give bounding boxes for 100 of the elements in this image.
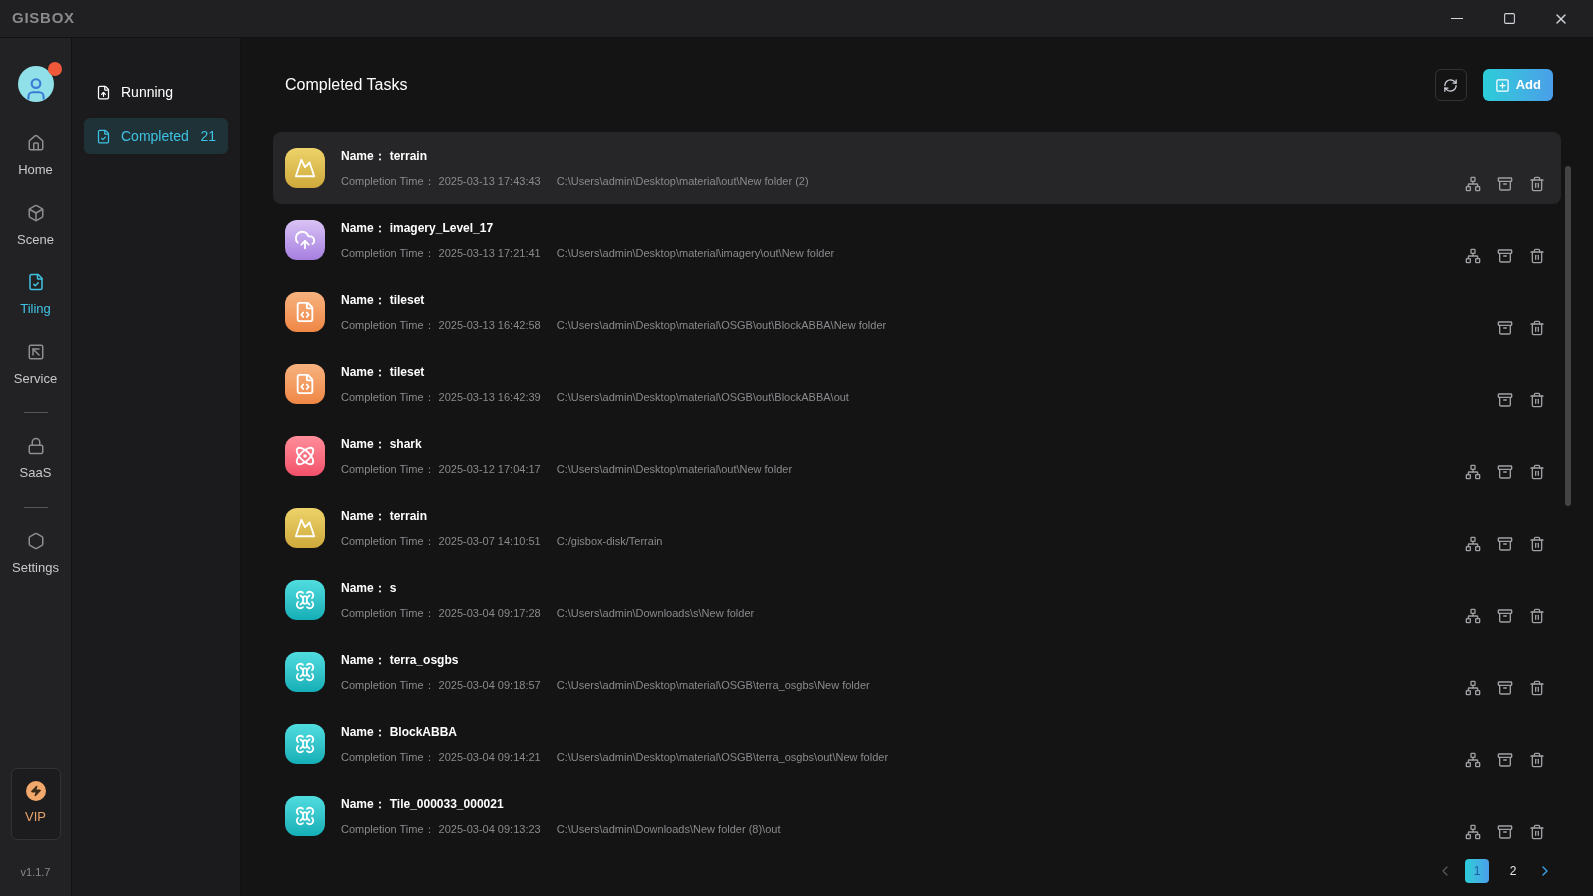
structure-icon[interactable] [1465, 536, 1481, 552]
drone-icon [285, 652, 325, 692]
task-row[interactable]: Name： shark Completion Time： 2025-03-12 17:04:17 C:\Users\admin\Desktop\material\out\New folder [273, 420, 1561, 492]
molecule-icon [285, 436, 325, 476]
task-row[interactable]: Name： tileset Completion Time： 2025-03-13 16:42:39 C:\Users\admin\Desktop\material\OSGB\out\BlockABBA\out [273, 348, 1561, 420]
completion-time: 2025-03-13 17:43:43 [438, 173, 541, 189]
arrow-square-icon [26, 342, 45, 361]
completion-time: 2025-03-04 09:17:28 [438, 605, 541, 621]
output-path: C:\Users\admin\Desktop\material\OSGB\out\BlockABBA\out [556, 389, 849, 405]
name-label: Name： [341, 795, 386, 813]
nav-item[interactable]: SaaS [0, 425, 71, 495]
delete-icon[interactable] [1529, 248, 1545, 264]
delete-icon[interactable] [1529, 680, 1545, 696]
task-name: BlockABBA [389, 723, 458, 741]
drone-icon [285, 796, 325, 836]
task-row[interactable]: Name： terrain Completion Time： 2025-03-07 14:10:51 C:/gisbox-disk/Terrain [273, 492, 1561, 564]
task-row[interactable]: Name： imagery_Level_17 Completion Time： 2025-03-13 17:21:41 C:\Users\admin\Desktop\material\imagery\out\New folder [273, 204, 1561, 276]
time-label: Completion Time： [341, 389, 435, 405]
notification-badge [47, 62, 62, 76]
archive-icon[interactable] [1497, 536, 1513, 552]
delete-icon[interactable] [1529, 392, 1545, 408]
delete-icon[interactable] [1529, 320, 1545, 336]
archive-icon[interactable] [1497, 608, 1513, 624]
mountain-icon [285, 508, 325, 548]
avatar[interactable] [17, 66, 54, 102]
delete-icon[interactable] [1529, 536, 1545, 552]
task-name: tileset [389, 363, 425, 381]
page-button[interactable]: 2 [1501, 859, 1525, 883]
task-row[interactable]: Name： terrain Completion Time： 2025-03-13 17:43:43 C:\Users\admin\Desktop\material\out\New folder (2) [273, 132, 1561, 204]
archive-icon[interactable] [1497, 392, 1513, 408]
subnav-item[interactable]: Running [84, 74, 228, 110]
refresh-icon [1443, 77, 1459, 93]
refresh-button[interactable] [1434, 69, 1467, 101]
delete-icon[interactable] [1529, 176, 1545, 192]
archive-icon[interactable] [1497, 824, 1513, 840]
checked-document-icon [26, 273, 45, 291]
upload-document-icon [96, 84, 111, 100]
vip-button[interactable]: VIP [10, 767, 61, 840]
task-name: Tile_000033_000021 [389, 795, 504, 813]
archive-icon[interactable] [1497, 320, 1513, 336]
output-path: C:\Users\admin\Desktop\material\OSGB\terra_osgbs\out\New folder [556, 749, 889, 765]
structure-icon[interactable] [1465, 680, 1481, 696]
completion-time: 2025-03-04 09:14:21 [438, 749, 541, 765]
task-row[interactable]: Name： tileset Completion Time： 2025-03-13 16:42:58 C:\Users\admin\Desktop\material\OSGB\out\BlockABBA\New folder [273, 276, 1561, 348]
time-label: Completion Time： [341, 821, 435, 837]
structure-icon[interactable] [1465, 248, 1481, 264]
mountain-icon [285, 148, 325, 188]
name-label: Name： [341, 507, 386, 525]
archive-icon[interactable] [1497, 752, 1513, 768]
delete-icon[interactable] [1529, 608, 1545, 624]
delete-icon[interactable] [1529, 464, 1545, 480]
name-label: Name： [341, 435, 386, 453]
output-path: C:/gisbox-disk/Terrain [556, 533, 663, 549]
cube-icon [26, 203, 45, 222]
name-label: Name： [341, 651, 386, 669]
archive-icon[interactable] [1497, 680, 1513, 696]
task-row[interactable]: Name： Tile_000033_000021 Completion Time： 2025-03-04 09:13:23 C:\Users\admin\Downloads\New folder (8)\out [273, 780, 1561, 846]
nav-item[interactable]: Scene [0, 191, 71, 261]
task-row[interactable]: Name： terra_osgbs Completion Time： 2025-03-04 09:18:57 C:\Users\admin\Desktop\material\OSGB\terra_osgbs\New folder [273, 636, 1561, 708]
time-label: Completion Time： [341, 245, 435, 261]
subnav-item[interactable]: Completed 21 [84, 118, 228, 154]
name-label: Name： [341, 291, 386, 309]
nav-item[interactable]: Home [0, 122, 71, 192]
delete-icon[interactable] [1529, 752, 1545, 768]
nav-item[interactable]: Service [0, 330, 71, 400]
completion-time: 2025-03-04 09:13:23 [438, 821, 541, 837]
task-name: terrain [389, 147, 428, 165]
name-label: Name： [341, 363, 386, 381]
completion-time: 2025-03-13 16:42:39 [438, 389, 541, 405]
task-name: s [389, 579, 397, 597]
cloud-icon [285, 220, 325, 260]
completion-time: 2025-03-04 09:18:57 [438, 677, 541, 693]
output-path: C:\Users\admin\Desktop\material\OSGB\terra_osgbs\New folder [556, 677, 870, 693]
house-icon [26, 134, 45, 152]
archive-icon[interactable] [1497, 464, 1513, 480]
task-name: terra_osgbs [389, 651, 459, 669]
task-row[interactable]: Name： s Completion Time： 2025-03-04 09:17:28 C:\Users\admin\Downloads\s\New folder [273, 564, 1561, 636]
output-path: C:\Users\admin\Downloads\New folder (8)\out [556, 821, 781, 837]
structure-icon[interactable] [1465, 752, 1481, 768]
nav-item[interactable]: Tiling [0, 261, 71, 331]
structure-icon[interactable] [1465, 464, 1481, 480]
scrollbar[interactable] [1565, 166, 1571, 506]
structure-icon[interactable] [1465, 176, 1481, 192]
archive-icon[interactable] [1497, 248, 1513, 264]
completion-time: 2025-03-07 14:10:51 [438, 533, 541, 549]
lightning-icon [25, 780, 46, 801]
structure-icon[interactable] [1465, 608, 1481, 624]
task-row[interactable]: Name： BlockABBA Completion Time： 2025-03-04 09:14:21 C:\Users\admin\Desktop\material\OSGB\terra_osgbs\out\New folder [273, 708, 1561, 780]
task-name: imagery_Level_17 [389, 219, 494, 237]
time-label: Completion Time： [341, 317, 435, 333]
output-path: C:\Users\admin\Desktop\material\out\New folder (2) [556, 173, 809, 189]
delete-icon[interactable] [1529, 824, 1545, 840]
archive-icon[interactable] [1497, 176, 1513, 192]
page-title: Completed Tasks [285, 75, 408, 95]
name-label: Name： [341, 723, 386, 741]
structure-icon[interactable] [1465, 824, 1481, 840]
time-label: Completion Time： [341, 533, 435, 549]
nav-item[interactable]: Settings [0, 519, 71, 589]
time-label: Completion Time： [341, 605, 435, 621]
output-path: C:\Users\admin\Downloads\s\New folder [556, 605, 755, 621]
